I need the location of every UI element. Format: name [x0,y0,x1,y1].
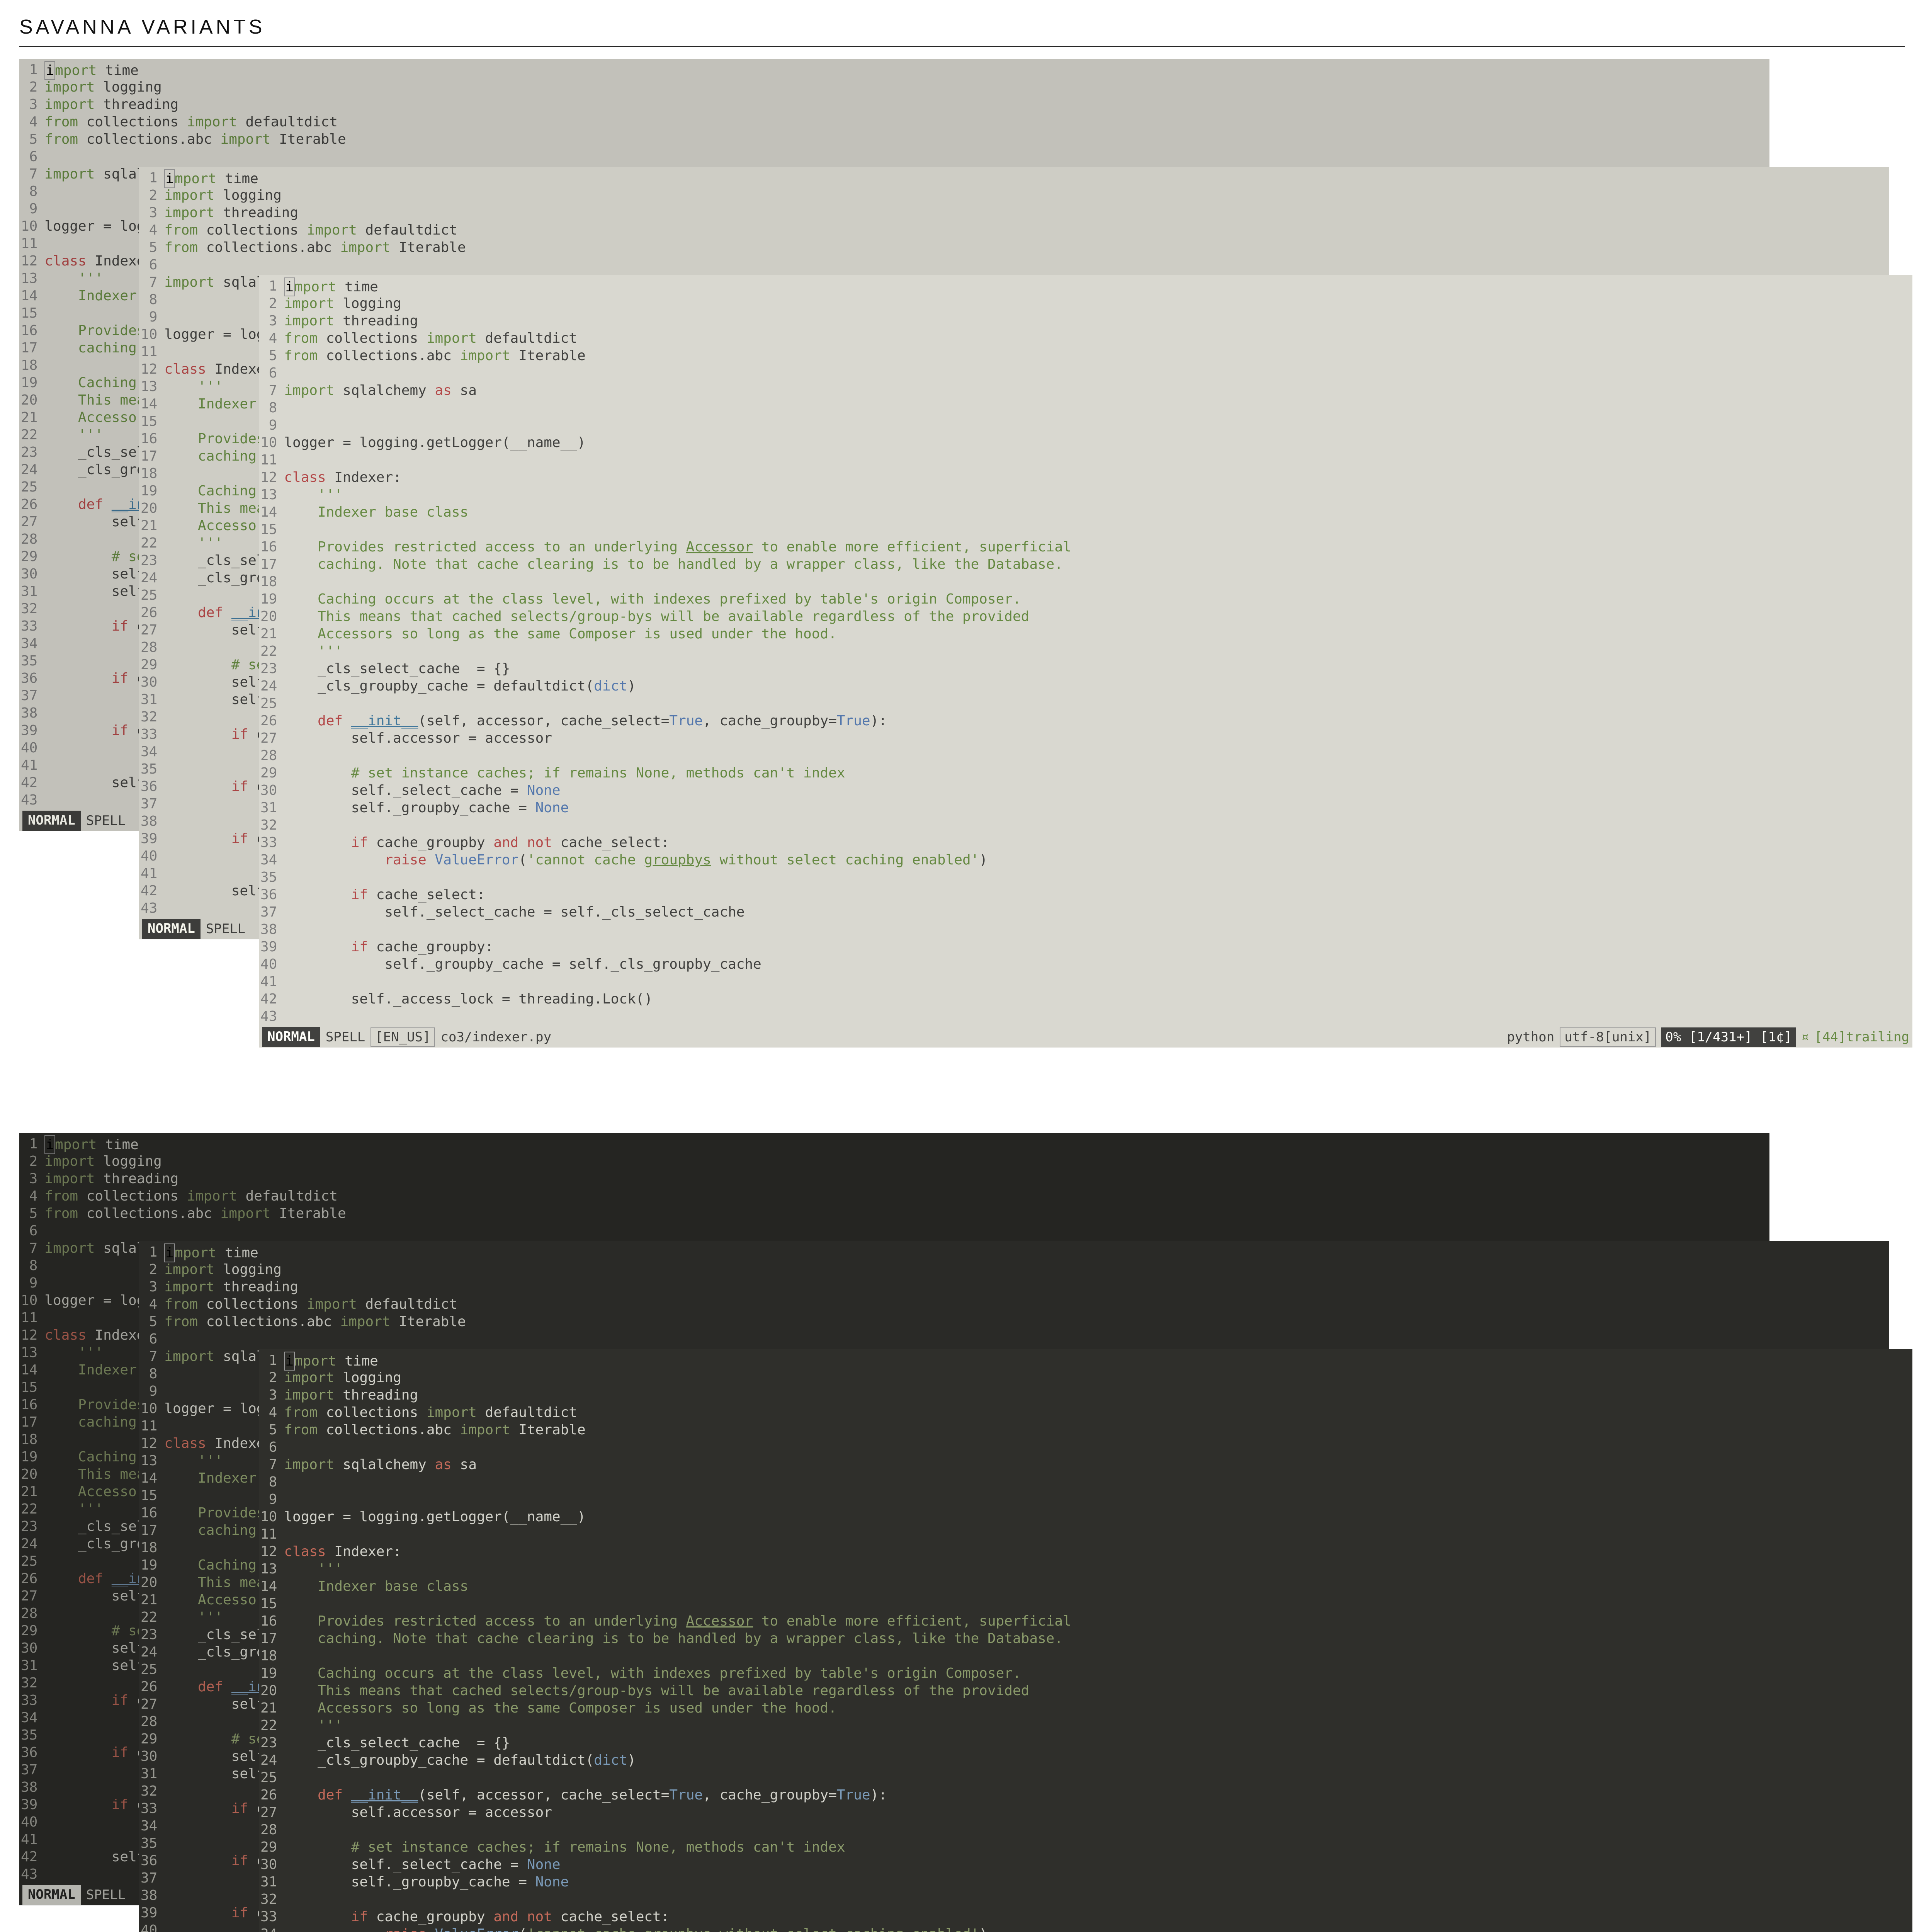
trailing-indicator: [44]trailing [1814,1029,1909,1046]
line-number-gutter: 1234567891011121314151617181920212223242… [260,277,284,1025]
code-area[interactable]: import timeimport loggingimport threadin… [284,1352,1909,1932]
code-area[interactable]: import timeimport loggingimport threadin… [284,277,1909,1025]
filepath: co3/indexer.py [440,1029,551,1046]
mode-indicator: NORMAL [22,811,81,831]
editor-body[interactable]: 1234567891011121314151617181920212223242… [259,1349,1912,1932]
spell-label: SPELL [206,921,245,937]
title-rule [19,46,1905,47]
mode-indicator: NORMAL [22,1885,81,1905]
dark-variant-stack: 1234567891011121314151617181920212223242… [19,1133,1905,1932]
line-number-gutter: 1234567891011121314151617181920212223242… [260,1352,284,1932]
page-title: SAVANNA VARIANTS [19,15,1905,39]
editor-body[interactable]: 1234567891011121314151617181920212223242… [259,275,1912,1027]
trailing-glyph: ¤ [1801,1029,1809,1046]
encoding: utf-8[unix] [1560,1027,1656,1047]
line-number-gutter: 1234567891011121314151617181920212223242… [21,1135,44,1883]
line-number-gutter: 1234567891011121314151617181920212223242… [141,169,164,917]
mode-indicator: NORMAL [142,919,201,939]
spell-lang: [EN_US] [371,1027,435,1047]
line-number-gutter: 1234567891011121314151617181920212223242… [141,1243,164,1932]
position: 0% [1/431+] [1¢] [1661,1027,1796,1047]
status-bar: NORMAL SPELL [EN_US] co3/indexer.py pyth… [259,1027,1912,1048]
spell-label: SPELL [326,1029,365,1046]
mode-indicator: NORMAL [262,1027,320,1048]
spell-label: SPELL [86,813,126,829]
editor-window-dark-3: 1234567891011121314151617181920212223242… [259,1349,1912,1932]
filetype: python [1507,1029,1554,1046]
light-variant-stack: 1234567891011121314151617181920212223242… [19,59,1905,1063]
editor-window-light-3: 1234567891011121314151617181920212223242… [259,275,1912,1048]
spell-label: SPELL [86,1887,126,1903]
line-number-gutter: 1234567891011121314151617181920212223242… [21,61,44,809]
